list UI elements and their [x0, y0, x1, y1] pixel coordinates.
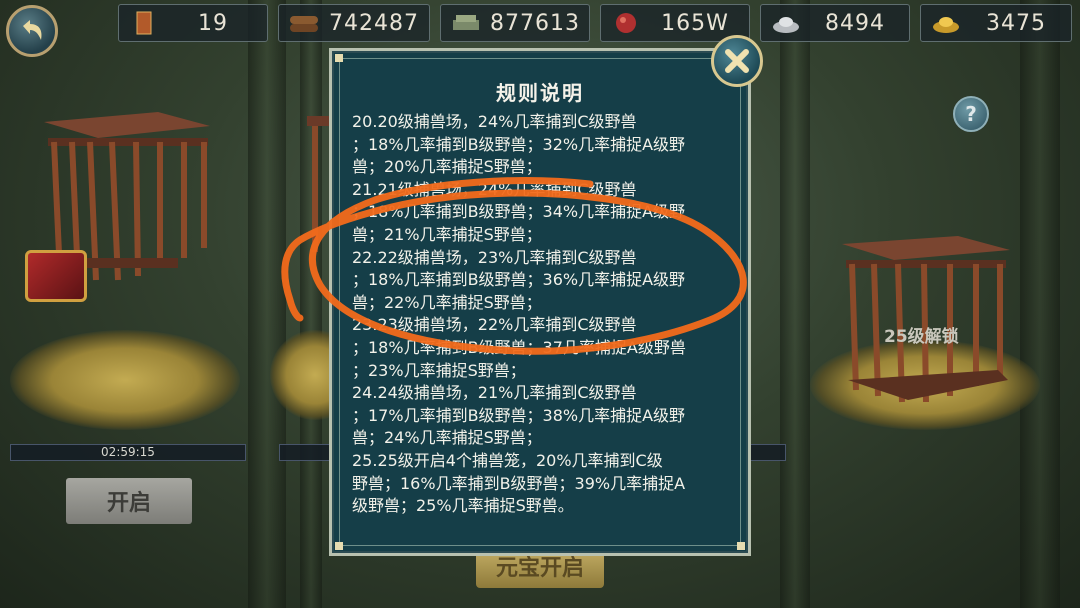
- rule-line: 20.20级捕兽场，24%几率捕到C级野兽: [352, 112, 637, 131]
- resource-silver: 8494: [760, 4, 910, 42]
- rule-line: ；23%几率捕捉S野兽；: [352, 360, 526, 380]
- rule-line: 21.21级捕兽场，24%几率捕到C级野兽: [352, 179, 637, 199]
- rule-line: ；18%几率捕到B级野兽；36%几率捕捉A级野: [352, 270, 686, 290]
- rule-line: 级野兽；25%几率捕捉S野兽。: [352, 496, 574, 516]
- frame-corner: [335, 542, 343, 550]
- rule-line: ；18%几率捕到B级野兽；32%几率捕捉A级野: [352, 134, 686, 154]
- rules-text: 20.20级捕兽场，24%几率捕到C级野兽 ；18%几率捕到B级野兽；32%几率…: [352, 111, 737, 518]
- bamboo-stalk: [300, 0, 322, 608]
- wood-icon: [289, 10, 319, 36]
- frame-corner: [335, 54, 343, 62]
- help-button[interactable]: ?: [953, 96, 989, 132]
- rule-line: ；18%几率捕到B级野兽；37几率捕捉A级野兽: [352, 337, 686, 357]
- resource-value: 3475: [986, 10, 1046, 36]
- resource-wood: 742487: [278, 4, 430, 42]
- cage-timer: 02:59:15: [10, 444, 246, 461]
- cage-timer-bar: [750, 444, 786, 461]
- resource-bar: 19 742487 877613 165W 8494 3475: [0, 0, 1080, 57]
- back-arrow-icon: [23, 20, 42, 40]
- gold-ingot-icon: [931, 10, 961, 36]
- rule-line: 兽；22%几率捕捉S野兽；: [352, 292, 542, 312]
- bamboo-stalk: [1020, 0, 1060, 608]
- resource-value: 8494: [825, 10, 885, 36]
- cage-2-edge: [307, 116, 329, 252]
- cage-locked[interactable]: [838, 230, 1013, 410]
- back-button[interactable]: [6, 5, 58, 57]
- grass-mound: [10, 330, 240, 430]
- close-icon: [725, 49, 749, 73]
- rule-line: 兽；24%几率捕捉S野兽；: [352, 428, 542, 448]
- resource-value: 742487: [329, 10, 419, 36]
- open-cage-button[interactable]: 开启: [66, 478, 192, 524]
- rule-line: 野兽；16%几率捕到B级野兽；39%几率捕捉A: [352, 473, 686, 493]
- close-dialog-button[interactable]: [711, 35, 763, 87]
- rule-line: 22.22级捕兽场，23%几率捕到C级野兽: [352, 247, 637, 267]
- rule-line: ；18%几率捕到B级野兽；34%几率捕捉A级野: [352, 202, 686, 222]
- unlock-level-label: 25级解锁: [884, 327, 959, 347]
- resource-gold-ingot: 3475: [920, 4, 1072, 42]
- resource-token: 19: [118, 4, 268, 42]
- frame-corner: [737, 542, 745, 550]
- token-icon: [129, 10, 159, 36]
- resource-value: 877613: [490, 10, 580, 36]
- rule-line: 兽；20%几率捕捉S野兽；: [352, 157, 542, 177]
- resource-stone: 877613: [440, 4, 590, 42]
- resource-value: 165W: [661, 10, 729, 36]
- resource-value: 19: [198, 10, 228, 36]
- stone-icon: [451, 10, 481, 36]
- rule-line: 兽；21%几率捕捉S野兽；: [352, 224, 542, 244]
- cage-timer-bar: [279, 444, 331, 461]
- bamboo-stalk: [248, 0, 286, 608]
- meat-icon: [611, 10, 641, 36]
- rules-dialog: 规则说明 20.20级捕兽场，24%几率捕到C级野兽 ；18%几率捕到B级野兽；…: [329, 48, 751, 556]
- rule-line: ；17%几率捕到B级野兽；38%几率捕捉A级野: [352, 405, 686, 425]
- bamboo-stalk: [780, 0, 810, 608]
- rule-line: 24.24级捕兽场，21%几率捕到C级野兽: [352, 383, 637, 403]
- rule-line: 23.23级捕兽场，22%几率捕到C级野兽: [352, 315, 637, 335]
- silver-icon: [771, 10, 801, 36]
- rule-line: 25.25级开启4个捕兽笼，20%几率捕到C级: [352, 450, 663, 470]
- treasure-chest-icon[interactable]: [25, 250, 87, 302]
- dialog-title: 规则说明: [496, 81, 584, 105]
